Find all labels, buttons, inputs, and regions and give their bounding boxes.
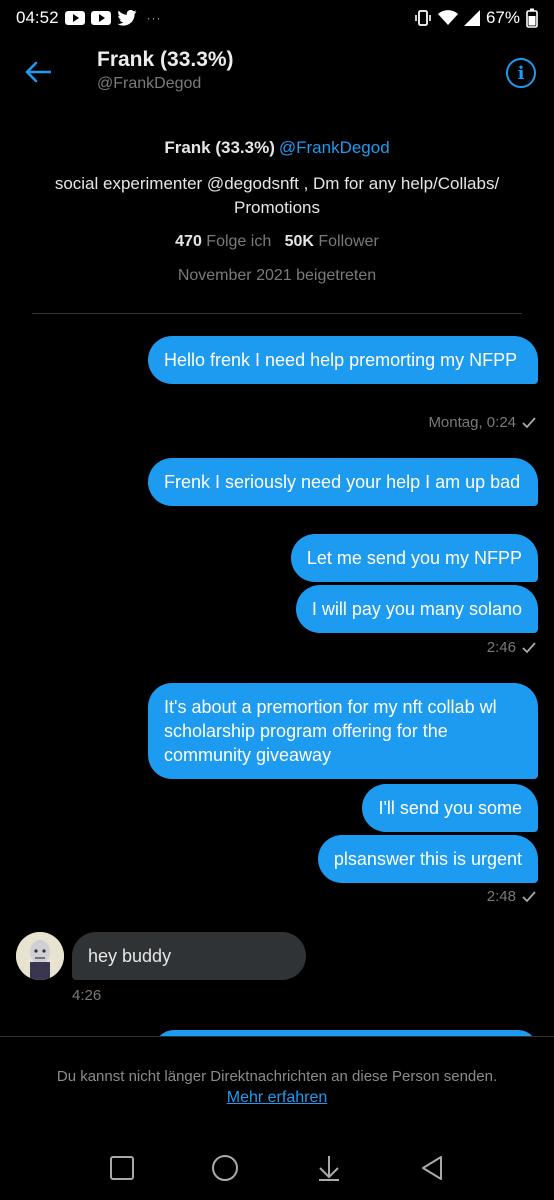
message-bubble-outgoing[interactable]: Frenk I seriously need your help I am up…: [148, 458, 538, 506]
message-timestamp: 4:26: [72, 987, 102, 1004]
profile-stats: 470 Folge ich 50K Follower: [0, 233, 554, 251]
more-notifications-icon: ···: [146, 11, 162, 25]
recents-icon: [109, 1156, 134, 1180]
notice-text: Du kannst nicht länger Direktnachrichten…: [56, 1068, 498, 1085]
vibrate-icon: [415, 10, 431, 26]
following-stat[interactable]: 470 Folge ich: [175, 233, 271, 250]
following-label: Folge ich: [206, 233, 272, 250]
home-icon: [212, 1155, 239, 1181]
back-arrow-icon: [25, 61, 51, 83]
profile-name: Frank (33.3%): [164, 138, 275, 157]
followers-count: 50K: [284, 233, 314, 250]
battery-icon: [526, 8, 538, 28]
down-arrow-icon: [318, 1156, 339, 1181]
header-title-group[interactable]: Frank (33.3%) @FrankDegod: [97, 48, 234, 93]
message-meta: 2:46: [487, 639, 536, 656]
message-timestamp: 2:46: [486, 639, 516, 656]
avatar[interactable]: [16, 932, 64, 980]
message-bubble-outgoing[interactable]: It's about a premortion for my nft colla…: [148, 683, 538, 779]
battery-percent: 67%: [485, 8, 520, 27]
youtube-icon: [64, 11, 85, 25]
status-time: 04:52: [16, 8, 59, 27]
profile-handle[interactable]: @FrankDegod: [279, 138, 390, 157]
followers-label: Follower: [318, 233, 379, 250]
message-meta: Montag, 0:24: [428, 414, 536, 431]
message-bubble-outgoing[interactable]: Hello frenk I need help premorting my NF…: [148, 336, 538, 384]
system-nav-bar: [0, 1136, 554, 1200]
checkmark-icon: [522, 641, 536, 653]
hide-keyboard-button[interactable]: [309, 1148, 349, 1188]
learn-more-link[interactable]: Mehr erfahren: [227, 1089, 328, 1107]
back-button[interactable]: [22, 56, 54, 88]
home-button[interactable]: [205, 1148, 245, 1188]
info-icon: i: [517, 62, 525, 84]
message-timestamp: Montag, 0:24: [428, 414, 516, 431]
following-count: 470: [175, 233, 202, 250]
message-bubble-outgoing[interactable]: I'll send you some: [362, 784, 538, 832]
message-bubble-outgoing[interactable]: I will pay you many solano: [295, 585, 538, 633]
back-triangle-icon: [422, 1156, 443, 1180]
profile-bio: social experimenter @degodsnft , Dm for …: [54, 174, 500, 217]
message-bubble-outgoing[interactable]: Let me send you my NFPP: [290, 534, 538, 582]
checkmark-icon: [522, 416, 536, 428]
profile-name-line[interactable]: Frank (33.3%) @FrankDegod: [0, 138, 554, 158]
message-meta: 2:48: [487, 888, 536, 905]
dm-disabled-notice: Du kannst nicht länger Direktnachrichten…: [0, 1036, 554, 1136]
conversation-header: Frank (33.3%) @FrankDegod i: [0, 36, 554, 112]
wifi-icon: [437, 10, 458, 25]
header-handle: @FrankDegod: [97, 75, 202, 92]
header-title: Frank (33.3%): [97, 48, 234, 71]
back-nav-button[interactable]: [412, 1148, 452, 1188]
signal-icon: [463, 10, 480, 26]
recents-button[interactable]: [102, 1148, 142, 1188]
info-button[interactable]: i: [506, 58, 536, 88]
message-bubble-incoming[interactable]: hey buddy: [72, 932, 306, 980]
checkmark-icon: [522, 890, 536, 902]
avatar-image: [16, 932, 64, 980]
youtube-icon: [90, 11, 111, 25]
followers-stat[interactable]: 50K Follower: [285, 233, 379, 250]
profile-joined-date: November 2021 beigetreten: [177, 267, 377, 284]
status-bar: 04:52 ··· 67%: [0, 0, 554, 36]
message-bubble-outgoing[interactable]: plsanswer this is urgent: [317, 835, 538, 883]
divider: [32, 313, 522, 314]
message-timestamp: 2:48: [486, 888, 516, 905]
twitter-icon: [116, 10, 137, 26]
profile-summary: Frank (33.3%) @FrankDegod social experime…: [0, 138, 554, 285]
